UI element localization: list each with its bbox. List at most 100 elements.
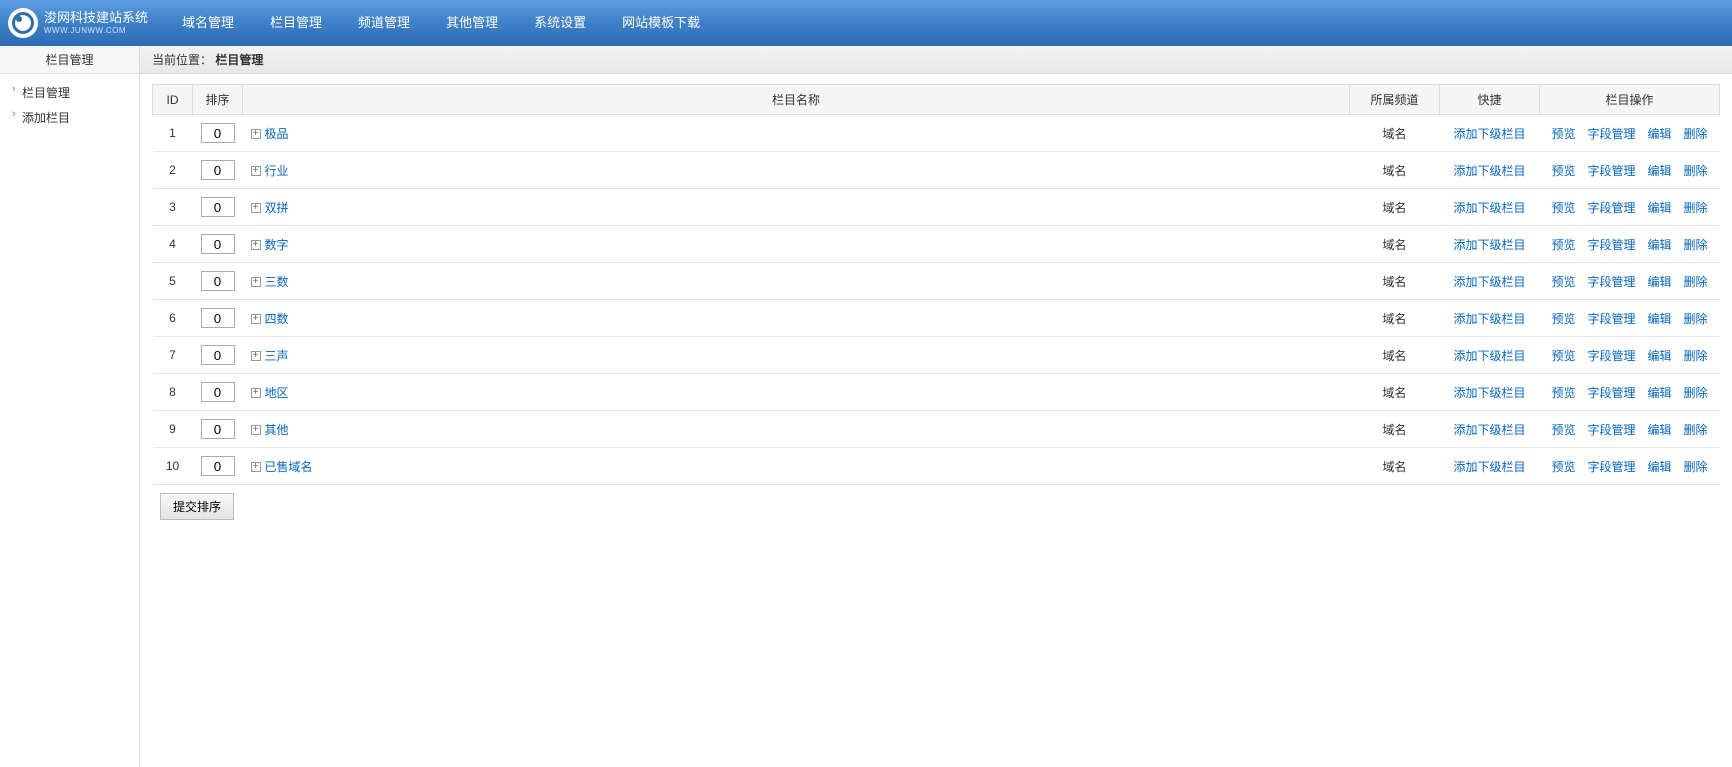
cell-sort (193, 263, 243, 300)
expand-icon[interactable]: + (251, 314, 261, 324)
column-name-link[interactable]: 极品 (265, 127, 289, 141)
field-manage-link[interactable]: 字段管理 (1587, 125, 1635, 142)
delete-link[interactable]: 删除 (1684, 384, 1708, 401)
edit-link[interactable]: 编辑 (1648, 421, 1672, 438)
column-name-link[interactable]: 三声 (265, 349, 289, 363)
cell-name: + 四数 (243, 300, 1350, 337)
edit-link[interactable]: 编辑 (1648, 310, 1672, 327)
topnav-item-3[interactable]: 其他管理 (428, 0, 516, 46)
expand-icon[interactable]: + (251, 388, 261, 398)
delete-link[interactable]: 删除 (1684, 199, 1708, 216)
edit-link[interactable]: 编辑 (1648, 273, 1672, 290)
add-sub-column-link[interactable]: 添加下级栏目 (1453, 238, 1525, 252)
sort-input[interactable] (201, 382, 235, 402)
column-name-link[interactable]: 三数 (265, 275, 289, 289)
column-name-link[interactable]: 数字 (265, 238, 289, 252)
sort-input[interactable] (201, 123, 235, 143)
add-sub-column-link[interactable]: 添加下级栏目 (1453, 349, 1525, 363)
preview-link[interactable]: 预览 (1551, 236, 1575, 253)
sort-input[interactable] (201, 308, 235, 328)
sidebar-item-1[interactable]: 添加栏目 (0, 105, 139, 130)
field-manage-link[interactable]: 字段管理 (1587, 273, 1635, 290)
sort-input[interactable] (201, 456, 235, 476)
expand-icon[interactable]: + (251, 129, 261, 139)
delete-link[interactable]: 删除 (1684, 347, 1708, 364)
column-name-link[interactable]: 双拼 (265, 201, 289, 215)
field-manage-link[interactable]: 字段管理 (1587, 458, 1635, 475)
edit-link[interactable]: 编辑 (1648, 236, 1672, 253)
delete-link[interactable]: 删除 (1684, 421, 1708, 438)
sort-input[interactable] (201, 271, 235, 291)
sort-input[interactable] (201, 160, 235, 180)
th-id: ID (153, 85, 193, 115)
cell-sort (193, 300, 243, 337)
column-name-link[interactable]: 已售域名 (265, 460, 313, 474)
submit-sort-button[interactable]: 提交排序 (160, 493, 234, 520)
sidebar-item-0[interactable]: 栏目管理 (0, 80, 139, 105)
preview-link[interactable]: 预览 (1551, 421, 1575, 438)
topnav-item-5[interactable]: 网站模板下载 (604, 0, 718, 46)
add-sub-column-link[interactable]: 添加下级栏目 (1453, 127, 1525, 141)
cell-id: 9 (153, 411, 193, 448)
add-sub-column-link[interactable]: 添加下级栏目 (1453, 460, 1525, 474)
topnav-item-2[interactable]: 频道管理 (340, 0, 428, 46)
sort-input[interactable] (201, 345, 235, 365)
delete-link[interactable]: 删除 (1684, 125, 1708, 142)
edit-link[interactable]: 编辑 (1648, 384, 1672, 401)
column-name-link[interactable]: 其他 (265, 423, 289, 437)
cell-channel: 域名 (1350, 263, 1440, 300)
expand-icon[interactable]: + (251, 203, 261, 213)
edit-link[interactable]: 编辑 (1648, 199, 1672, 216)
sort-input[interactable] (201, 197, 235, 217)
sort-input[interactable] (201, 419, 235, 439)
field-manage-link[interactable]: 字段管理 (1587, 199, 1635, 216)
topnav-item-0[interactable]: 域名管理 (164, 0, 252, 46)
delete-link[interactable]: 删除 (1684, 310, 1708, 327)
add-sub-column-link[interactable]: 添加下级栏目 (1453, 386, 1525, 400)
add-sub-column-link[interactable]: 添加下级栏目 (1453, 164, 1525, 178)
add-sub-column-link[interactable]: 添加下级栏目 (1453, 423, 1525, 437)
field-manage-link[interactable]: 字段管理 (1587, 347, 1635, 364)
field-manage-link[interactable]: 字段管理 (1587, 236, 1635, 253)
preview-link[interactable]: 预览 (1551, 310, 1575, 327)
sidebar-list: 栏目管理添加栏目 (0, 74, 139, 136)
preview-link[interactable]: 预览 (1551, 347, 1575, 364)
topnav-item-4[interactable]: 系统设置 (516, 0, 604, 46)
expand-icon[interactable]: + (251, 166, 261, 176)
preview-link[interactable]: 预览 (1551, 125, 1575, 142)
edit-link[interactable]: 编辑 (1648, 162, 1672, 179)
expand-icon[interactable]: + (251, 277, 261, 287)
preview-link[interactable]: 预览 (1551, 384, 1575, 401)
expand-icon[interactable]: + (251, 462, 261, 472)
delete-link[interactable]: 删除 (1684, 236, 1708, 253)
preview-link[interactable]: 预览 (1551, 199, 1575, 216)
edit-link[interactable]: 编辑 (1648, 458, 1672, 475)
add-sub-column-link[interactable]: 添加下级栏目 (1453, 201, 1525, 215)
edit-link[interactable]: 编辑 (1648, 347, 1672, 364)
edit-link[interactable]: 编辑 (1648, 125, 1672, 142)
add-sub-column-link[interactable]: 添加下级栏目 (1453, 312, 1525, 326)
sidebar: 栏目管理 栏目管理添加栏目 (0, 46, 140, 767)
delete-link[interactable]: 删除 (1684, 162, 1708, 179)
cell-channel: 域名 (1350, 374, 1440, 411)
field-manage-link[interactable]: 字段管理 (1587, 162, 1635, 179)
delete-link[interactable]: 删除 (1684, 273, 1708, 290)
expand-icon[interactable]: + (251, 351, 261, 361)
field-manage-link[interactable]: 字段管理 (1587, 384, 1635, 401)
add-sub-column-link[interactable]: 添加下级栏目 (1453, 275, 1525, 289)
column-name-link[interactable]: 四数 (265, 312, 289, 326)
preview-link[interactable]: 预览 (1551, 458, 1575, 475)
preview-link[interactable]: 预览 (1551, 162, 1575, 179)
expand-icon[interactable]: + (251, 425, 261, 435)
cell-ops: 预览字段管理编辑删除 (1540, 263, 1720, 300)
sort-input[interactable] (201, 234, 235, 254)
column-name-link[interactable]: 行业 (265, 164, 289, 178)
preview-link[interactable]: 预览 (1551, 273, 1575, 290)
delete-link[interactable]: 删除 (1684, 458, 1708, 475)
field-manage-link[interactable]: 字段管理 (1587, 310, 1635, 327)
cell-id: 6 (153, 300, 193, 337)
expand-icon[interactable]: + (251, 240, 261, 250)
column-name-link[interactable]: 地区 (265, 386, 289, 400)
field-manage-link[interactable]: 字段管理 (1587, 421, 1635, 438)
topnav-item-1[interactable]: 栏目管理 (252, 0, 340, 46)
